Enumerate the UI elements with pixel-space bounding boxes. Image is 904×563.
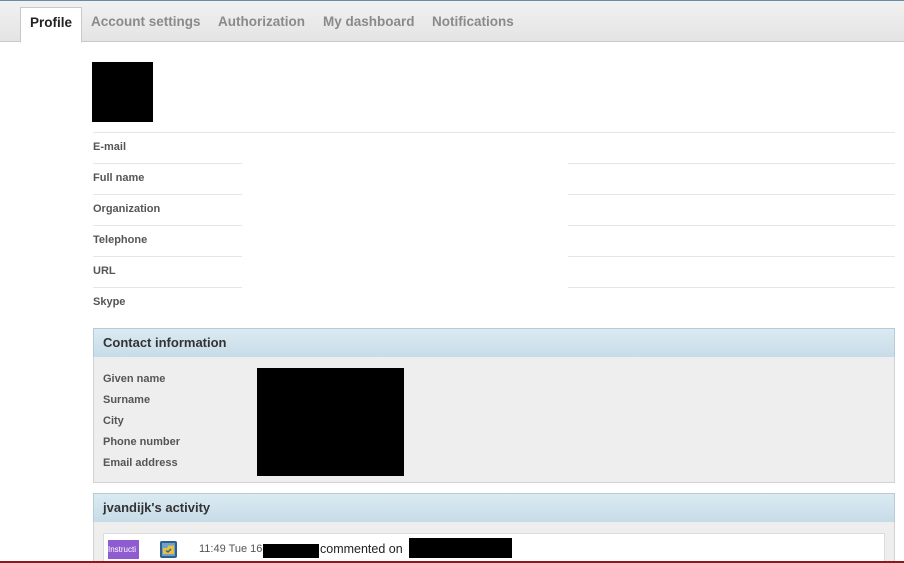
tab-profile[interactable]: Profile [20, 7, 83, 43]
divider [568, 225, 895, 226]
instruction-badge[interactable]: Instructi [108, 540, 139, 559]
divider [93, 132, 895, 133]
given-name-label: Given name [103, 373, 166, 385]
tab-notifications[interactable]: Notifications [432, 7, 514, 42]
tab-account-settings[interactable]: Account settings [91, 7, 201, 42]
redacted-target[interactable] [409, 538, 512, 558]
divider [93, 163, 242, 164]
telephone-label: Telephone [93, 234, 148, 246]
full-name-label: Full name [93, 172, 145, 184]
divider [93, 256, 242, 257]
redacted-contact-values [257, 368, 404, 476]
email-address-label: Email address [103, 457, 178, 469]
activity-time: 11:49 Tue 16 [199, 543, 263, 555]
divider [568, 163, 895, 164]
redacted-user [263, 544, 319, 558]
contact-info-header: Contact information [93, 328, 895, 358]
activity-action: commented on [320, 542, 403, 556]
activity-header: jvandijk's activity [93, 493, 895, 523]
divider [568, 194, 895, 195]
phone-number-label: Phone number [103, 436, 181, 448]
document-icon[interactable] [159, 540, 178, 559]
divider [93, 194, 242, 195]
contact-info-panel [93, 357, 895, 483]
tab-bar: Profile Account settings Authorization M… [0, 1, 904, 43]
skype-label: Skype [93, 296, 126, 308]
tab-authorization[interactable]: Authorization [218, 7, 305, 42]
email-label: E-mail [93, 141, 127, 153]
avatar [92, 62, 153, 122]
surname-label: Surname [103, 394, 151, 406]
divider [93, 287, 242, 288]
divider [568, 256, 895, 257]
url-label: URL [93, 265, 116, 277]
city-label: City [103, 415, 124, 427]
divider [93, 225, 242, 226]
divider [568, 287, 895, 288]
organization-label: Organization [93, 203, 161, 215]
tab-my-dashboard[interactable]: My dashboard [323, 7, 415, 42]
